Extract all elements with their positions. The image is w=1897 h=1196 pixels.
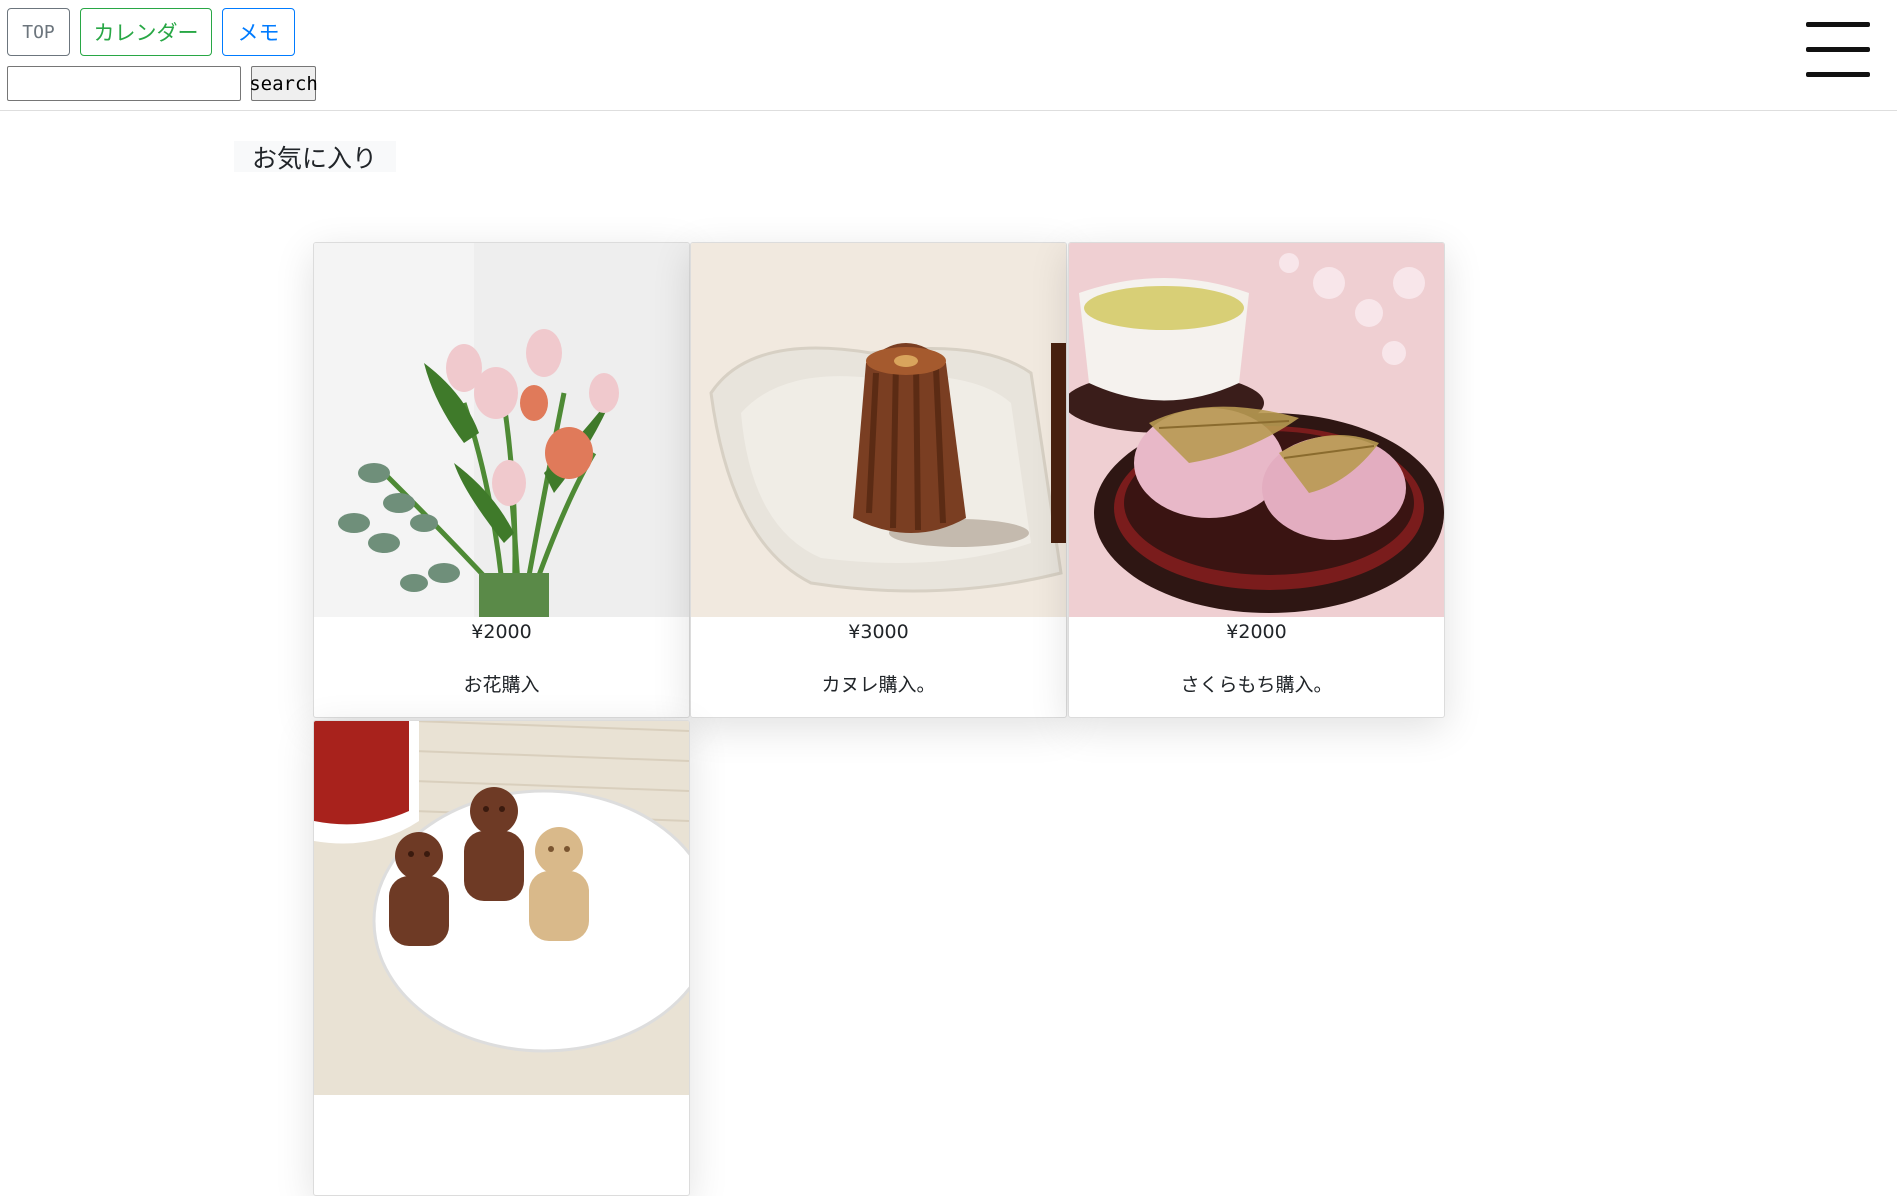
favorite-card[interactable]: ¥3000 カヌレ購入。 bbox=[690, 242, 1067, 718]
hamburger-bar-icon bbox=[1806, 22, 1870, 27]
page-title: お気に入り bbox=[234, 141, 396, 173]
sakura-mochi-image bbox=[1069, 243, 1444, 617]
search-input[interactable] bbox=[7, 66, 241, 101]
favorite-card[interactable]: ¥2000 さくらもち購入。 bbox=[1068, 242, 1445, 718]
card-price: ¥2000 bbox=[471, 621, 532, 643]
calendar-button[interactable]: カレンダー bbox=[80, 8, 212, 56]
favorite-card[interactable]: ¥2000 お花購入 bbox=[313, 242, 690, 718]
favorite-card[interactable] bbox=[313, 720, 690, 1196]
search-button[interactable]: search bbox=[249, 66, 318, 101]
memo-button[interactable]: メモ bbox=[222, 8, 295, 56]
card-caption: さくらもち購入。 bbox=[1180, 674, 1333, 696]
card-caption: お花購入 bbox=[463, 674, 540, 696]
card-caption: カヌレ購入。 bbox=[821, 674, 936, 696]
card-price: ¥2000 bbox=[1226, 621, 1287, 643]
tulip-bouquet-image bbox=[314, 243, 689, 617]
hamburger-bar-icon bbox=[1806, 47, 1870, 52]
top-button[interactable]: TOP bbox=[7, 8, 70, 56]
card-price: ¥3000 bbox=[848, 621, 909, 643]
hamburger-bar-icon bbox=[1806, 72, 1870, 77]
hamburger-menu-icon[interactable] bbox=[1806, 20, 1870, 80]
canele-image bbox=[691, 243, 1066, 617]
gingerbread-cookies-image bbox=[314, 721, 689, 1095]
site-header: TOP カレンダー メモ search bbox=[0, 0, 1897, 111]
